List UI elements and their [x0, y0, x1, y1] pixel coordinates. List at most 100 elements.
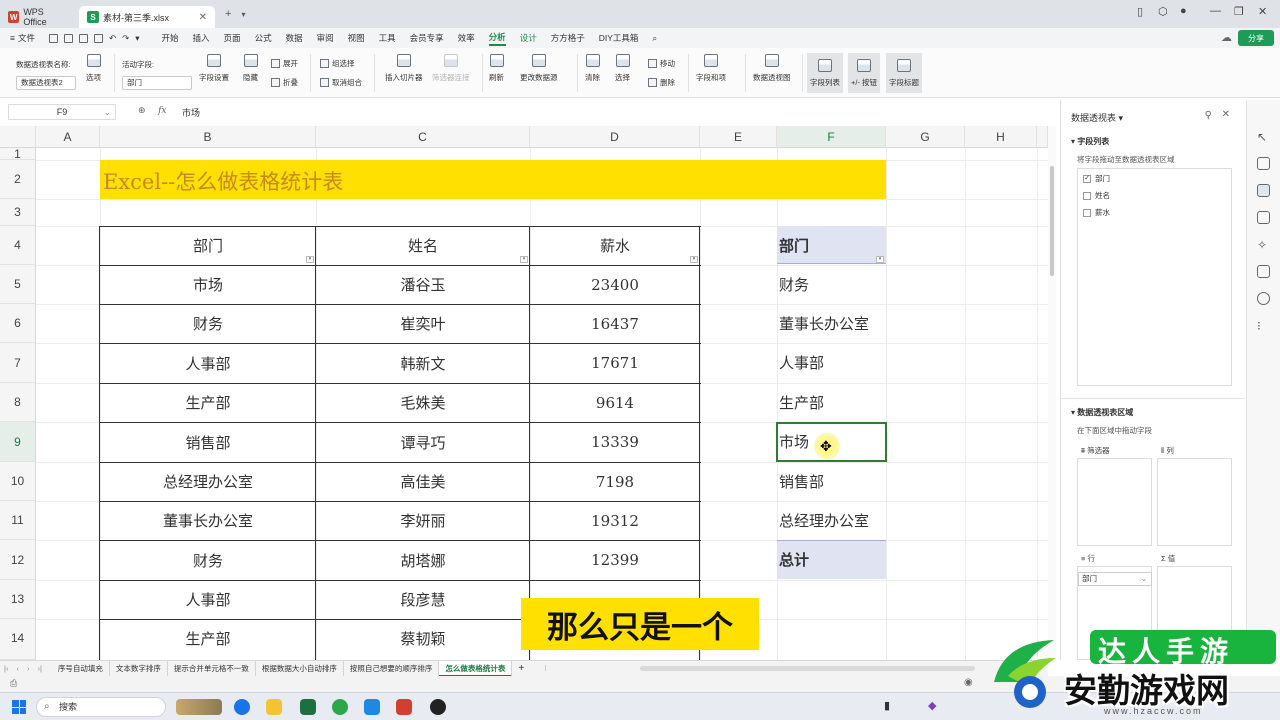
table-cell[interactable]: 9614 [530, 383, 700, 422]
options-button[interactable]: 选项 [86, 54, 101, 83]
vertical-scrollbar[interactable] [1048, 126, 1056, 660]
open-icon[interactable] [63, 33, 73, 43]
tab-scroll-icon[interactable]: ⁝ [544, 664, 546, 673]
hide-button[interactable]: 隐藏 [243, 54, 258, 83]
formula-input[interactable]: 市场 [182, 106, 200, 119]
minimize-icon[interactable]: — [1210, 5, 1221, 17]
shape-icon[interactable] [1257, 211, 1270, 224]
table-cell[interactable]: 毛姝美 [316, 383, 530, 422]
row-header[interactable]: 1 [0, 148, 36, 160]
more-tools-icon[interactable]: ⁝ [1257, 319, 1270, 333]
table-cell[interactable]: 13339 [530, 422, 700, 462]
sheet-tab[interactable]: 提示合并单元格不一致 [168, 660, 256, 677]
menu-home[interactable]: 开始 [162, 32, 179, 44]
sheet-tab[interactable]: 序号自动填充 [52, 660, 110, 677]
change-source-button[interactable]: 更改数据源 [520, 54, 558, 83]
table-cell[interactable]: 崔奕叶 [316, 304, 530, 343]
row-header[interactable]: 14 [0, 619, 36, 660]
taskbar-search[interactable]: ⌕ 搜索 [36, 697, 166, 717]
filter-dropdown-icon[interactable]: ▾ [520, 256, 528, 263]
refresh-button[interactable]: 刷新 [489, 54, 504, 83]
save-icon[interactable] [48, 33, 58, 43]
sheet-title[interactable]: Excel--怎么做表格统计表 [103, 166, 343, 196]
tray-icon[interactable]: ▮ [884, 699, 890, 712]
column-header[interactable]: A [36, 126, 100, 148]
menu-ffcell[interactable]: 方方格子 [551, 32, 585, 44]
menu-efficiency[interactable]: 效率 [458, 32, 475, 44]
filter-connections-button[interactable]: 筛选器连接 [432, 54, 470, 83]
pivot-chart-button[interactable]: 数据透视图 [753, 54, 791, 83]
columns-drop-zone[interactable] [1157, 458, 1232, 546]
column-header[interactable]: C [316, 126, 530, 148]
row-header[interactable]: 4 [0, 226, 36, 265]
table-cell[interactable]: 谭寻巧 [316, 422, 530, 462]
menu-data[interactable]: 数据 [286, 32, 303, 44]
table-cell[interactable]: 总经理办公室 [100, 462, 316, 501]
table-cell[interactable]: 生产部 [100, 383, 316, 422]
add-sheet-button[interactable]: + [512, 661, 530, 677]
last-sheet-icon[interactable]: ›| [37, 664, 41, 673]
menu-member[interactable]: 会员专享 [410, 32, 444, 44]
table-cell[interactable]: 潘谷玉 [316, 265, 530, 304]
table-header-salary[interactable]: 薪水 [530, 226, 700, 265]
row-header[interactable]: 6 [0, 304, 36, 343]
table-cell[interactable]: 人事部 [100, 343, 316, 383]
pivot-header[interactable]: 部门 [779, 226, 809, 265]
table-cell[interactable]: 韩新文 [316, 343, 530, 383]
column-header[interactable]: F [777, 126, 886, 148]
skin-icon[interactable]: ⬡ [1158, 5, 1168, 18]
select-button[interactable]: 选择 [615, 54, 630, 83]
pin-icon[interactable]: ⚲ [1205, 110, 1212, 121]
file-menu[interactable]: ≡ 文件 [10, 32, 35, 44]
areas-section[interactable]: ▾ 数据透视表区域 [1071, 407, 1133, 418]
share-button[interactable]: 分享 [1238, 30, 1274, 46]
prev-sheet-icon[interactable]: ‹ [16, 664, 19, 673]
table-cell[interactable]: 12399 [530, 540, 700, 580]
pivot-item[interactable]: 董事长办公室 [779, 304, 869, 343]
table-cell[interactable]: 17671 [530, 343, 700, 383]
row-header[interactable]: 11 [0, 501, 36, 540]
first-sheet-icon[interactable]: |‹ [4, 664, 8, 673]
field-headers-button[interactable]: 字段标题 [886, 53, 922, 93]
style-icon[interactable] [1257, 157, 1270, 170]
checkbox-icon[interactable] [1083, 208, 1091, 217]
sheet-tab-active[interactable]: 怎么做表格统计表 [439, 660, 513, 677]
menu-page[interactable]: 页面 [224, 32, 241, 44]
close-tab-icon[interactable]: ✕ [199, 12, 207, 23]
row-header[interactable]: 12 [0, 540, 36, 580]
preview-icon[interactable] [93, 33, 103, 43]
move-button[interactable]: 移动 [648, 58, 675, 69]
field-item[interactable]: ✓ 部门 [1083, 173, 1110, 184]
table-cell[interactable]: 高佳美 [316, 462, 530, 501]
zoom-icon[interactable]: ⊕ [138, 105, 146, 115]
windows-start-icon[interactable] [12, 700, 26, 714]
table-header-name[interactable]: 姓名 [316, 226, 530, 265]
pointer-icon[interactable]: ↖ [1257, 130, 1270, 144]
table-cell[interactable]: 生产部 [100, 619, 316, 658]
row-header[interactable]: 3 [0, 199, 36, 226]
row-header[interactable]: 13 [0, 580, 36, 619]
clear-button[interactable]: 清除 [585, 54, 600, 83]
menu-diy[interactable]: DIY工具箱 [599, 32, 639, 44]
expand-button[interactable]: 展开 [271, 58, 298, 69]
menu-insert[interactable]: 插入 [193, 32, 210, 44]
table-cell[interactable]: 段彦慧 [316, 580, 530, 619]
file-explorer-icon[interactable] [266, 699, 282, 715]
filter-dropdown-icon[interactable]: ▾ [690, 256, 698, 263]
print-icon[interactable] [78, 33, 88, 43]
document-tab[interactable]: S 素材-第三季.xlsx ✕ [79, 6, 215, 28]
menu-tools[interactable]: 工具 [379, 32, 396, 44]
table-cell[interactable]: 财务 [100, 540, 316, 580]
scrollbar-thumb[interactable] [1050, 166, 1054, 276]
widget-icon[interactable] [176, 699, 222, 715]
insert-slicer-button[interactable]: 插入切片器 [385, 54, 423, 83]
chat-icon[interactable] [332, 699, 348, 715]
name-box[interactable]: F9 ⌄ [8, 104, 116, 120]
field-list-button[interactable]: 字段列表 [807, 53, 843, 93]
row-field-chip[interactable]: 部门 ⌄ [1078, 572, 1152, 586]
column-header[interactable]: B [100, 126, 316, 148]
close-window-icon[interactable]: ✕ [1258, 5, 1267, 18]
wps-home-tab[interactable]: W WPS Office [0, 6, 75, 28]
pivot-item[interactable]: 总经理办公室 [779, 501, 869, 540]
table-cell[interactable]: 16437 [530, 304, 700, 343]
